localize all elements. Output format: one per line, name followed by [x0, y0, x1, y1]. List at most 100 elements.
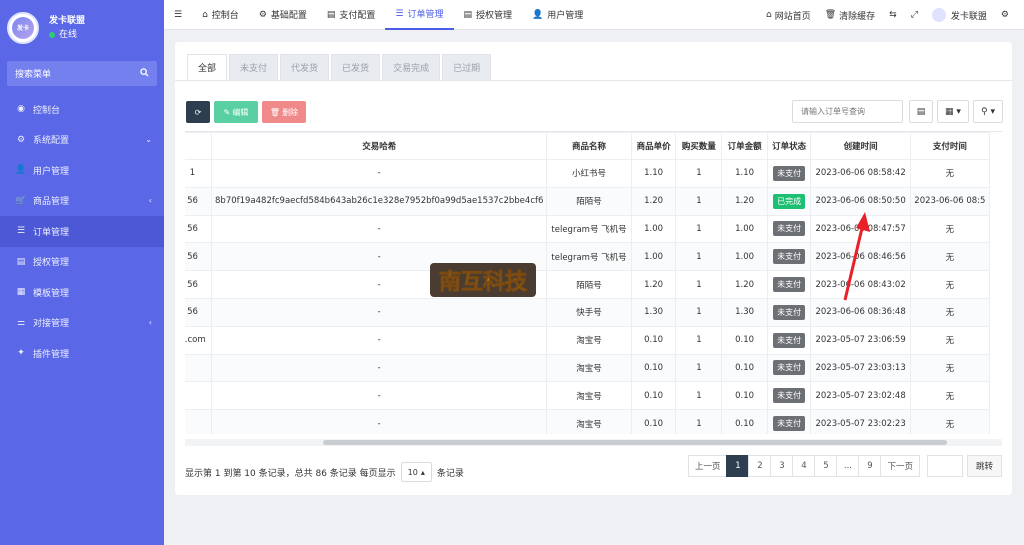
- user-name: 发卡联盟: [950, 11, 987, 22]
- sidebar-item-6[interactable]: ▦ 模板管理: [0, 277, 164, 308]
- sidebar-item-label: 系统配置: [33, 136, 70, 147]
- sidebar-item-5[interactable]: ▤ 授权管理: [0, 247, 164, 278]
- column-header[interactable]: 购买数量: [675, 132, 723, 160]
- orders-panel: 全部未支付代发货已发货交易完成已过期 ⟳ ✎编辑 🗑删除 ▤ ▦ ▾ ⚲ ▾ 交…: [175, 42, 1012, 495]
- cell-amount: 1.00: [721, 242, 768, 272]
- page-size-select[interactable]: 10 ▴: [400, 462, 432, 482]
- page-button[interactable]: 1: [726, 455, 750, 477]
- cell-c0: 1: [185, 159, 213, 188]
- status-cell: 未支付: [766, 297, 812, 327]
- sidebar-item-7[interactable]: ⚌ 对接管理 ‹: [0, 308, 164, 339]
- status-tab-0[interactable]: 全部: [187, 54, 228, 81]
- status-tab-2[interactable]: 代发货: [280, 54, 330, 81]
- status-tab-5[interactable]: 已过期: [442, 54, 492, 81]
- column-header[interactable]: 商品名称: [546, 132, 632, 160]
- delete-button[interactable]: 🗑 删除: [262, 101, 306, 123]
- trash-icon: 🗑: [824, 10, 837, 20]
- order-search-input[interactable]: [792, 100, 903, 123]
- page-jump-input[interactable]: [926, 455, 963, 477]
- sidebar-item-1[interactable]: ⚙ 系统配置 ⌄: [0, 125, 164, 156]
- top-tab-3[interactable]: ☰ 订单管理: [385, 0, 454, 30]
- page-button[interactable]: 4: [792, 455, 816, 477]
- cell-name: telegram号 飞机号: [546, 242, 632, 272]
- jump-button[interactable]: 跳转: [966, 455, 1002, 477]
- cell-qty: 1: [675, 381, 723, 411]
- prev-page-button[interactable]: 上一页: [687, 455, 728, 477]
- page-button[interactable]: 2: [748, 455, 772, 477]
- sidebar-item-0[interactable]: ◉ 控制台: [0, 94, 164, 125]
- column-header[interactable]: 商品单价: [630, 132, 677, 160]
- cell-created: 2023-05-07 23:02:48: [810, 381, 911, 411]
- list-icon: ☰: [16, 226, 26, 237]
- dashboard-icon: ◉: [17, 104, 25, 115]
- edit-button[interactable]: ✎ 编辑: [214, 101, 258, 123]
- table-row[interactable]: q.com-淘宝号0.1010.10未支付2023-05-07 23:06:59…: [185, 325, 991, 355]
- table-row[interactable]: - 淘宝号 0.10 1 0.10 未支付 2023-05-07 23:03:13 无: [185, 353, 991, 383]
- top-tab-2[interactable]: ▤ 支付配置: [317, 0, 386, 30]
- search-icon[interactable]: [140, 67, 149, 80]
- page-button[interactable]: ...: [836, 455, 860, 477]
- export-button[interactable]: ⚲ ▾: [973, 100, 1003, 123]
- sidebar-item-label: 对接管理: [33, 319, 70, 330]
- cell-paid: 无: [909, 353, 991, 383]
- cell-amount: 0.10: [721, 325, 768, 355]
- page-button[interactable]: 9: [858, 455, 882, 477]
- sidebar-item-2[interactable]: 👤 用户管理: [0, 155, 164, 186]
- top-tab-4[interactable]: ▤ 授权管理: [454, 0, 523, 30]
- toggle-view-button[interactable]: ▤: [909, 100, 933, 123]
- site-home-link[interactable]: ⌂ 网站首页: [759, 9, 818, 22]
- gear-icon: ⚙: [16, 134, 26, 145]
- user-menu[interactable]: 发卡联盟: [925, 8, 994, 22]
- topbar: ☰ ⌂ 控制台 ⚙ 基础配置 ▤ 支付配置 ☰ 订单管理 ▤ 授权管理 👤 用户管理 ⌂ 网站首页 🗑 清…: [164, 0, 1024, 30]
- cell-amount: 1.10: [721, 159, 768, 188]
- cell-c0: 56: [185, 242, 213, 272]
- status-badge: 未支付: [773, 388, 806, 404]
- edit-label: 编辑: [232, 107, 249, 117]
- clear-cache-button[interactable]: 🗑 清除缓存: [818, 9, 882, 22]
- refresh-icon: ⟳: [194, 107, 202, 117]
- page-button[interactable]: 5: [814, 455, 838, 477]
- caret-icon: ‹: [148, 196, 152, 206]
- fullscreen-button[interactable]: ⤢: [904, 10, 925, 20]
- cell-hash: -: [211, 325, 548, 355]
- table-row[interactable]: - 淘宝号 0.10 1 0.10 未支付 2023-05-07 23:02:48 无: [185, 381, 991, 411]
- status-badge: 未支付: [773, 332, 806, 348]
- language-button[interactable]: ⇆: [882, 10, 904, 20]
- menu-search-input[interactable]: 搜索菜单: [7, 61, 157, 86]
- cell-hash: -: [211, 214, 548, 244]
- columns-button[interactable]: ▦ ▾: [937, 100, 969, 123]
- menu-toggle-button[interactable]: ☰: [164, 0, 192, 30]
- sidebar-item-4[interactable]: ☰ 订单管理: [0, 216, 164, 247]
- top-tab-5[interactable]: 👤 用户管理: [522, 0, 593, 30]
- horizontal-scrollbar[interactable]: [323, 440, 947, 445]
- table-row[interactable]: - 淘宝号 0.10 1 0.10 未支付 2023-05-07 23:02:23 无: [185, 409, 991, 434]
- column-header[interactable]: 创建时间: [810, 132, 911, 160]
- column-header[interactable]: 支付时间: [909, 132, 991, 160]
- status-tab-1[interactable]: 未支付: [229, 54, 279, 81]
- refresh-button[interactable]: ⟳: [186, 101, 210, 123]
- column-header[interactable]: 订单金额: [721, 132, 768, 160]
- top-tab-0[interactable]: ⌂ 控制台: [192, 0, 249, 30]
- settings-button[interactable]: ⚙: [994, 10, 1016, 20]
- column-header[interactable]: 订单状态: [766, 132, 812, 160]
- status-tab-3[interactable]: 已发货: [331, 54, 381, 81]
- table-icon: ▤: [916, 106, 926, 117]
- cell-paid: 无: [909, 159, 991, 188]
- top-tab-1[interactable]: ⚙ 基础配置: [249, 0, 317, 30]
- column-header[interactable]: [185, 132, 213, 160]
- page-button[interactable]: 3: [770, 455, 794, 477]
- avatar[interactable]: 发卡: [7, 11, 39, 44]
- table-row[interactable]: 1- 小红书号 1.10 1 1.10 未支付 2023-06-06 08:58:42 无: [185, 159, 991, 188]
- top-tab-label: 订单管理: [407, 10, 444, 20]
- sidebar-item-8[interactable]: ✦ 插件管理: [0, 338, 164, 369]
- cell-name: 小红书号: [546, 159, 632, 188]
- caret-icon: ⌄: [145, 135, 152, 145]
- doc-icon: ▤: [16, 256, 26, 267]
- column-header[interactable]: 交易哈希: [211, 132, 548, 160]
- status-tab-4[interactable]: 交易完成: [382, 54, 441, 81]
- user-export-icon: ⚲ ▾: [981, 106, 995, 117]
- trash-icon: 🗑: [269, 107, 281, 117]
- plug-icon: ✦: [17, 348, 25, 359]
- next-page-button[interactable]: 下一页: [880, 455, 920, 477]
- sidebar-item-3[interactable]: 🛒 商品管理 ‹: [0, 186, 164, 217]
